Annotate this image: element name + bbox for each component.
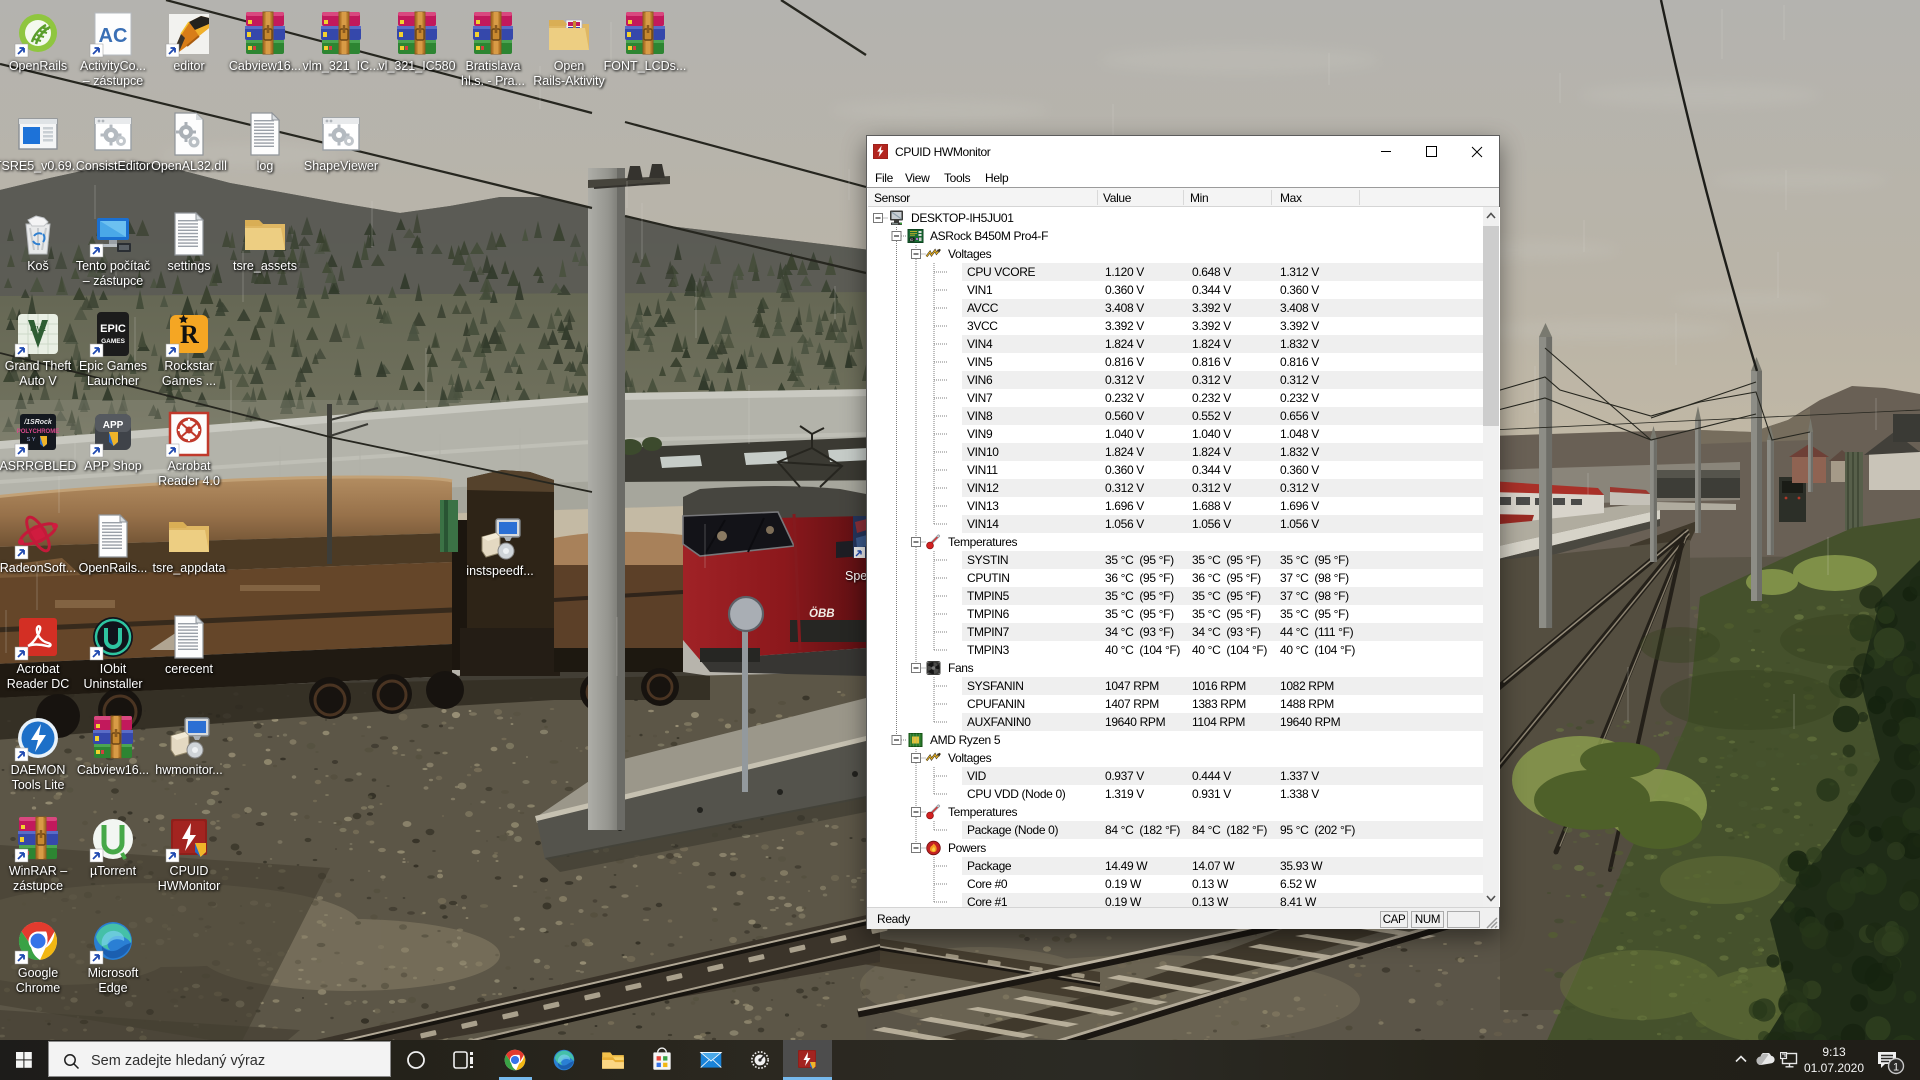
svg-text:S Y: S Y bbox=[27, 437, 36, 443]
svg-text:ÖBB: ÖBB bbox=[809, 607, 835, 620]
svg-text:/1SRock: /1SRock bbox=[23, 419, 53, 426]
svg-text:AC: AC bbox=[99, 25, 128, 47]
svg-text:1: 1 bbox=[1893, 1062, 1899, 1074]
svg-text:FIVE: FIVE bbox=[30, 326, 46, 333]
svg-text:GAMES: GAMES bbox=[101, 338, 126, 345]
svg-text:APP: APP bbox=[103, 420, 124, 431]
svg-text:R: R bbox=[180, 320, 199, 349]
svg-text:POLYCHROME: POLYCHROME bbox=[17, 429, 59, 435]
svg-text:EPIC: EPIC bbox=[100, 323, 126, 335]
